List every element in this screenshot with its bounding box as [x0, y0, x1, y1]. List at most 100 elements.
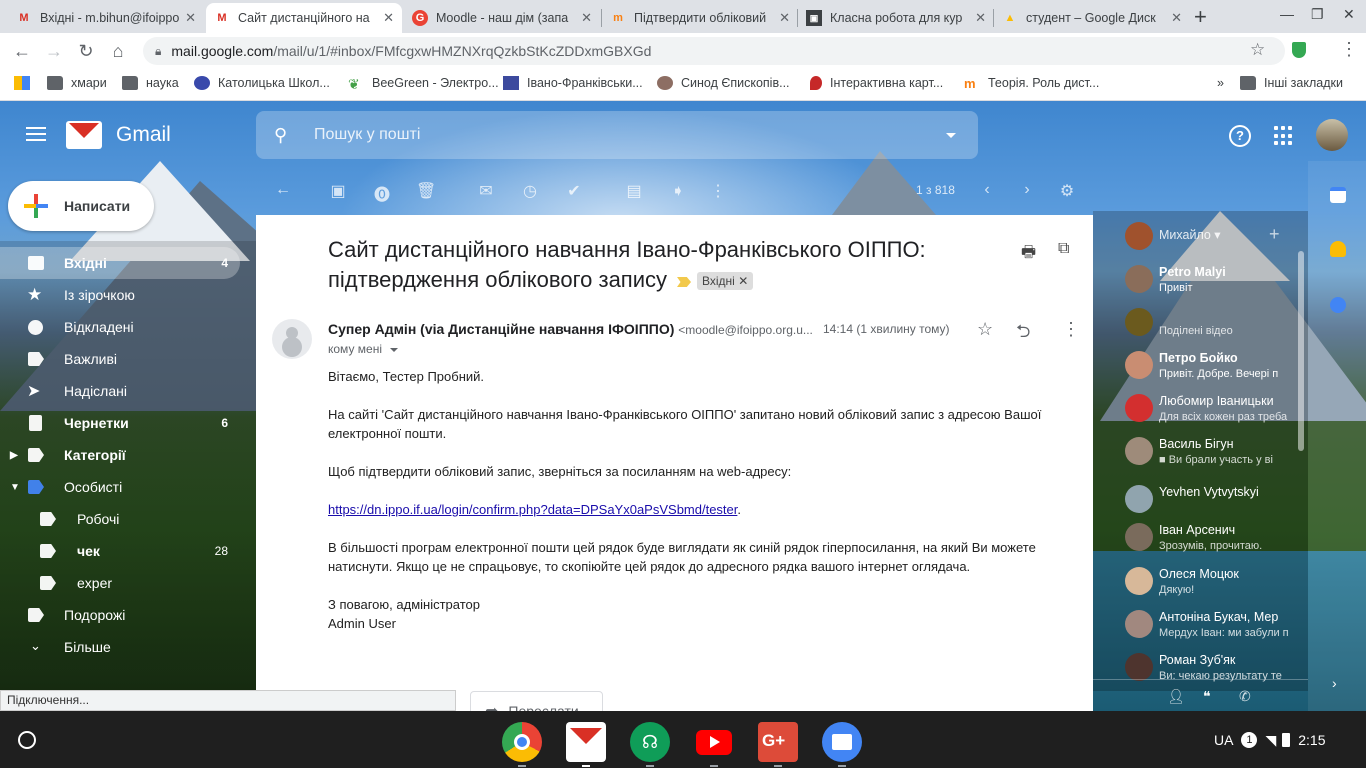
nav-item-starred[interactable]: ★ Із зірочкою	[0, 279, 240, 311]
chat-contact[interactable]: Petro Malyi Привіт	[1125, 261, 1295, 301]
nav-item-snoozed[interactable]: Відкладені	[0, 311, 240, 343]
address-bar[interactable]: 🔒︎ mail.google.com/mail/u/1/#inbox/FMfcg…	[143, 37, 1285, 65]
tab-drive[interactable]: ▲ студент – Google Диск ✕	[994, 3, 1190, 33]
archive-icon[interactable]: ▣	[328, 181, 348, 201]
other-bookmarks-folder[interactable]: Інші закладки	[1240, 76, 1343, 90]
close-icon[interactable]: ✕	[1171, 10, 1182, 26]
older-icon[interactable]: ›	[1017, 181, 1037, 199]
chat-contact[interactable]: Петро Бойко Привіт. Добре. Вечері п	[1125, 347, 1295, 387]
chat-contact[interactable]: Любомир Іваницьки Для всіх кожен раз тре…	[1125, 390, 1295, 430]
chat-contact[interactable]: Поділені відео	[1125, 304, 1295, 344]
tab-confirm-account[interactable]: m Підтвердити обліковий ✕	[602, 3, 798, 33]
keep-icon[interactable]	[1330, 241, 1346, 257]
reply-icon[interactable]: ⮌	[1016, 319, 1030, 349]
new-tab-button[interactable]: +	[1194, 4, 1207, 30]
bookmark-link[interactable]: m Теорія. Роль дист...	[964, 76, 1099, 91]
importance-marker-icon[interactable]	[677, 277, 692, 287]
nav-item-travel[interactable]: Подорожі	[0, 599, 240, 631]
gmail-logo[interactable]	[66, 121, 102, 149]
bookmark-link[interactable]: Івано-Франківськи...	[503, 76, 643, 90]
restore-button[interactable]: ❐	[1311, 6, 1324, 23]
back-to-inbox-icon[interactable]: ←	[273, 181, 293, 199]
bookmark-link[interactable]: Католицька Школ...	[194, 76, 330, 90]
tab-current-message[interactable]: M Сайт дистанційного на ✕	[206, 3, 402, 33]
expand-side-panel-icon[interactable]: ›	[1332, 675, 1337, 691]
bookmark-folder[interactable]: хмари	[47, 76, 107, 90]
chat-contact[interactable]: Іван Арсенич Зрозумів, прочитаю.	[1125, 519, 1295, 559]
report-spam-icon[interactable]: ⓿	[372, 181, 392, 205]
tab-classroom[interactable]: ▣ Класна робота для кур ✕	[798, 3, 994, 33]
label-chip[interactable]: Вхідні ✕	[697, 272, 754, 291]
bookmark-link[interactable]: Інтерактивна карт...	[810, 76, 943, 90]
search-icon[interactable]: ⚲	[274, 125, 294, 146]
recipients-toggle[interactable]: кому мені	[328, 342, 398, 356]
labels-icon[interactable]: ➧	[668, 181, 688, 201]
nav-item-categories[interactable]: ▶ Категорії	[0, 439, 240, 471]
account-avatar[interactable]	[1316, 119, 1348, 151]
snooze-icon[interactable]: ◷	[520, 181, 540, 201]
new-chat-icon[interactable]: +	[1269, 224, 1280, 245]
tab-inbox[interactable]: M Вхідні - m.bihun@ifoippo ✕	[8, 3, 204, 33]
close-window-button[interactable]: ✕	[1343, 6, 1355, 23]
chat-contact[interactable]: Yevhen Vytvytskyi	[1125, 481, 1295, 521]
bookmark-folder[interactable]: наука	[122, 76, 179, 90]
system-tray[interactable]: UA 1 ◥ 2:15	[1214, 725, 1325, 755]
reload-button[interactable]: ↻	[74, 39, 98, 63]
forward-button[interactable]: ➦ Переслати	[470, 691, 603, 711]
close-icon[interactable]: ✕	[581, 10, 592, 26]
shield-extension-icon[interactable]	[1292, 42, 1306, 58]
chrome-icon[interactable]	[502, 722, 542, 767]
more-options-icon[interactable]: ⋮	[1062, 319, 1080, 340]
apps-grid-icon[interactable]	[1274, 126, 1294, 146]
nav-item-more[interactable]: ⌄ Більше	[0, 631, 240, 663]
more-actions-icon[interactable]: ⋮	[708, 181, 728, 201]
move-to-icon[interactable]: ▤	[624, 181, 644, 201]
settings-gear-icon[interactable]: ⚙	[1057, 181, 1077, 201]
nav-item-exper[interactable]: exper	[0, 567, 240, 599]
nav-item-inbox[interactable]: Вхідні 4	[0, 247, 240, 279]
hangouts-app-icon[interactable]: ☊	[630, 722, 670, 767]
hangouts-icon[interactable]: ❝	[1203, 688, 1211, 705]
tasks-icon[interactable]	[1330, 297, 1346, 313]
files-icon[interactable]	[822, 722, 862, 767]
nav-item-drafts[interactable]: Чернетки 6	[0, 407, 240, 439]
phone-icon[interactable]: ✆	[1239, 688, 1251, 705]
collapse-arrow-icon[interactable]: ▼	[10, 482, 20, 493]
chat-self-status[interactable]: Михайло ▾ +	[1125, 222, 1295, 252]
close-icon[interactable]: ✕	[185, 10, 196, 26]
home-button[interactable]: ⌂	[106, 39, 130, 63]
forward-button[interactable]: →	[42, 39, 66, 63]
main-menu-icon[interactable]	[26, 127, 46, 141]
delete-icon[interactable]: 🗑︎	[416, 181, 436, 201]
add-task-icon[interactable]: ✔	[564, 181, 584, 201]
confirm-link[interactable]: https://dn.ippo.if.ua/login/confirm.php?…	[328, 502, 737, 517]
open-in-new-window-icon[interactable]: ⧉	[1058, 240, 1069, 258]
bookmark-link[interactable]: ❦ BeeGreen - Электро...	[348, 76, 499, 92]
print-icon[interactable]: 🖶︎	[1021, 241, 1036, 268]
search-input[interactable]: ⚲ Пошук у пошті	[256, 111, 978, 159]
nav-item-important[interactable]: Важливі	[0, 343, 240, 375]
bookmark-star-icon[interactable]: ☆	[1250, 40, 1265, 60]
search-options-icon[interactable]	[946, 133, 956, 138]
contacts-icon[interactable]: 👤︎	[1167, 688, 1185, 705]
star-icon[interactable]: ☆	[977, 319, 993, 340]
close-icon[interactable]: ✕	[383, 10, 394, 26]
browser-menu-button[interactable]: ⋮	[1340, 39, 1358, 60]
calendar-icon[interactable]	[1330, 187, 1346, 203]
bookmarks-overflow-button[interactable]: »	[1217, 76, 1224, 90]
launcher-icon[interactable]	[18, 731, 36, 749]
chat-group[interactable]: Антоніна Букач, Мер Мердух Іван: ми забу…	[1125, 606, 1295, 646]
chat-contact[interactable]: Василь Бігун ■ Ви брали участь у ві	[1125, 433, 1295, 473]
mark-unread-icon[interactable]: ✉	[476, 181, 496, 201]
compose-button[interactable]: Написати	[8, 181, 154, 231]
back-button[interactable]: ←	[10, 39, 34, 63]
minimize-button[interactable]: —	[1280, 6, 1294, 22]
expand-arrow-icon[interactable]: ▶	[10, 450, 18, 461]
nav-item-sent[interactable]: ➤ Надіслані	[0, 375, 240, 407]
close-icon[interactable]: ✕	[975, 10, 986, 26]
youtube-icon[interactable]	[694, 722, 734, 767]
nav-item-personal[interactable]: ▼ Особисті	[0, 471, 240, 503]
sender-name[interactable]: Супер Адмін (via Дистанційне навчання ІФ…	[328, 321, 674, 337]
chat-contact[interactable]: Олеся Моцюк Дякую!	[1125, 563, 1295, 603]
chat-scrollbar[interactable]	[1298, 251, 1304, 451]
